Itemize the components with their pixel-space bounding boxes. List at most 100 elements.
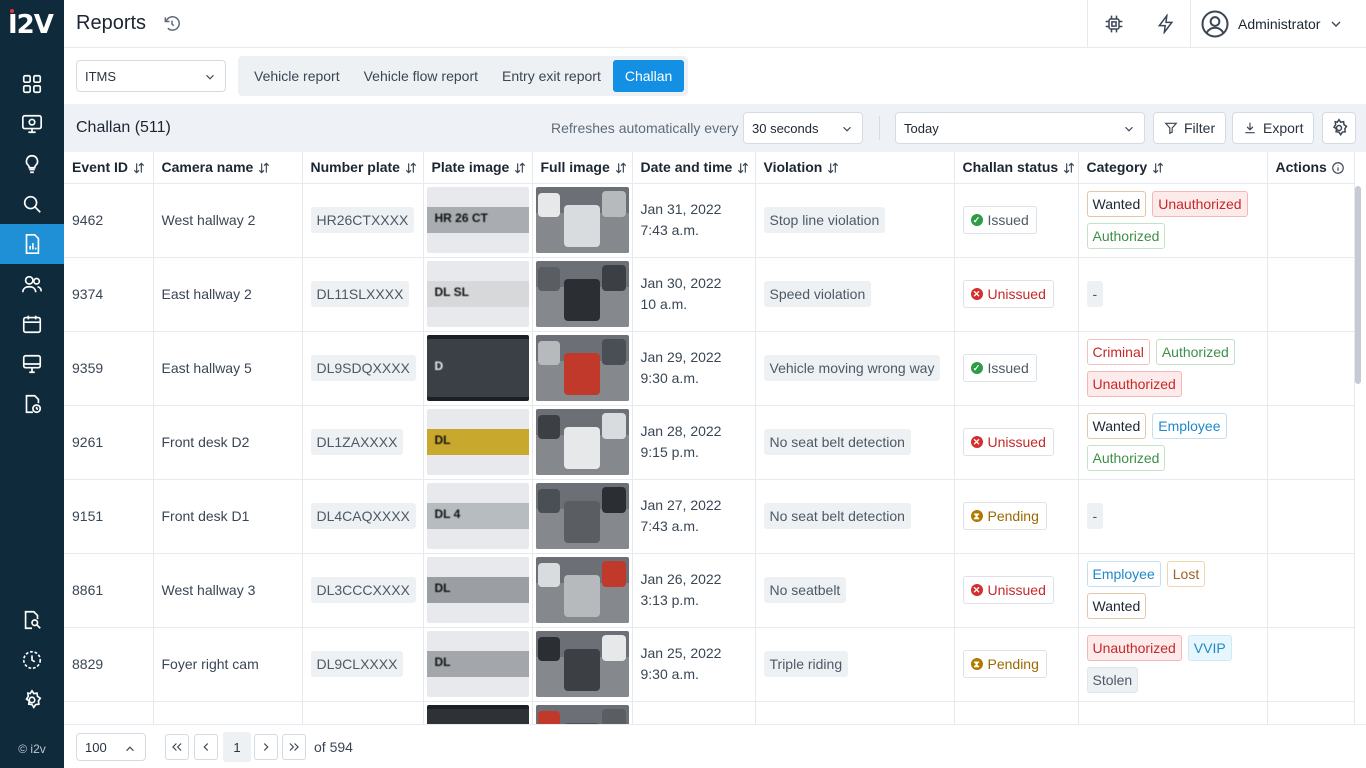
event-id: 9374 [72, 286, 104, 302]
column-header-label: Actions [1275, 159, 1327, 176]
module-select[interactable]: ITMS [76, 60, 226, 92]
full-image[interactable] [535, 557, 629, 623]
column-header[interactable]: Plate image [423, 152, 533, 184]
status-icon: ✕ [970, 288, 983, 300]
column-header[interactable]: Camera name [153, 152, 303, 184]
full-image[interactable] [535, 187, 629, 253]
sidebar-item-scheduled-reports[interactable] [0, 384, 64, 424]
plate-image[interactable]: DL SL [426, 261, 529, 327]
column-header[interactable]: Actions [1267, 152, 1355, 184]
sort-icon[interactable] [132, 161, 146, 175]
category-tag: Unauthorized [1086, 635, 1182, 661]
sort-icon[interactable] [1151, 161, 1165, 175]
refresh-interval-select[interactable]: 30 seconds [743, 112, 863, 144]
reload-icon[interactable] [162, 14, 182, 34]
category-tags: Unauthorized VVIP Stolen [1086, 635, 1259, 693]
column-header[interactable]: Category [1078, 152, 1268, 184]
gear-icon [1332, 118, 1348, 137]
full-image[interactable] [535, 705, 629, 724]
sort-icon[interactable] [736, 161, 750, 175]
last-page-button[interactable] [282, 734, 306, 760]
table-scrollbar[interactable] [1355, 186, 1361, 384]
filter-button[interactable]: Filter [1153, 112, 1227, 144]
current-page-input[interactable]: 1 [223, 732, 251, 762]
column-header[interactable]: Full image [532, 152, 633, 184]
plate-image[interactable]: DL [426, 409, 529, 475]
info-icon[interactable] [1331, 161, 1345, 175]
full-image[interactable] [535, 261, 629, 327]
sort-icon[interactable] [257, 161, 271, 175]
export-button[interactable]: Export [1232, 112, 1315, 144]
sort-icon[interactable] [513, 161, 527, 175]
full-image[interactable] [535, 409, 629, 475]
table-row[interactable]: 8829 Foyer right cam DL9CLXXXX DL Jan 25, 20… [64, 627, 1355, 702]
user-menu[interactable]: Administrator [1200, 8, 1344, 40]
display-icon [22, 354, 42, 374]
violation-chip: Speed violation [763, 281, 872, 307]
number-plate: DL1ZAXXXX [310, 429, 404, 455]
table-row[interactable]: 9359 East hallway 5 DL9SDQXXXX D Jan 29, 202… [64, 331, 1355, 406]
tab-entry-exit-report[interactable]: Entry exit report [490, 60, 613, 92]
camera-name: Front desk D2 [161, 434, 250, 450]
event-time: 9:30 a.m. [640, 370, 699, 386]
category-tag: Wanted [1086, 191, 1147, 217]
prev-page-button[interactable] [194, 734, 218, 760]
sidebar-item-dashboard[interactable] [0, 64, 64, 104]
chevron-down-icon [1125, 126, 1133, 132]
column-header[interactable]: Number plate [302, 152, 424, 184]
column-header[interactable]: Event ID [64, 152, 154, 184]
filter-label: Filter [1184, 120, 1216, 136]
event-time: 3:13 p.m. [640, 592, 699, 608]
table-settings-button[interactable] [1322, 112, 1356, 144]
sort-icon[interactable] [1062, 161, 1076, 175]
plate-image[interactable]: HR 26 CT [426, 187, 529, 253]
next-page-button[interactable] [254, 734, 278, 760]
tab-vehicle-flow-report[interactable]: Vehicle flow report [352, 60, 490, 92]
table-row[interactable]: 9374 East hallway 2 DL11SLXXXX DL SL Jan 30,… [64, 257, 1355, 332]
table-row[interactable]: 8861 West hallway 3 DL3CCCXXXX DL Jan 26, 20… [64, 553, 1355, 628]
plate-image[interactable]: D [426, 335, 529, 401]
full-image[interactable] [535, 335, 629, 401]
column-header[interactable]: Date and time [632, 152, 756, 184]
plate-image[interactable]: DL 4 [426, 483, 529, 549]
sidebar-item-live[interactable] [0, 104, 64, 144]
table-row[interactable]: Jan 24, 2022 [64, 701, 1355, 724]
sort-icon[interactable] [404, 161, 418, 175]
date-range-select[interactable]: Today [895, 112, 1145, 144]
event-time: 9:30 a.m. [640, 666, 699, 682]
plate-image-text: DL SL [434, 285, 469, 299]
sidebar-item-alerts[interactable] [0, 144, 64, 184]
sidebar-item-reports[interactable] [0, 224, 64, 264]
sidebar-item-doc-search[interactable] [0, 600, 64, 640]
sidebar-item-search[interactable] [0, 184, 64, 224]
challan-status-label: Unissued [987, 582, 1046, 598]
sidebar-item-calendar[interactable] [0, 304, 64, 344]
sidebar-item-settings[interactable] [0, 680, 64, 720]
sort-icon[interactable] [826, 161, 840, 175]
chip-icon[interactable] [1102, 12, 1126, 36]
table-row[interactable]: 9261 Front desk D2 DL1ZAXXXX DL Jan 28, 2022… [64, 405, 1355, 480]
page-size-select[interactable]: 100 [76, 733, 146, 761]
challan-status-label: Unissued [987, 434, 1046, 450]
tab-challan[interactable]: Challan [612, 60, 685, 92]
column-header[interactable]: Violation [755, 152, 955, 184]
chevron-down-icon [843, 126, 851, 132]
tab-vehicle-report[interactable]: Vehicle report [242, 60, 352, 92]
column-header[interactable]: Challan status [954, 152, 1079, 184]
event-time: 7:43 a.m. [640, 518, 699, 534]
challan-status-badge: ⧗ Pending [962, 502, 1047, 530]
table-row[interactable]: 9151 Front desk D1 DL4CAQXXXX DL 4 Jan 27, 2… [64, 479, 1355, 554]
lightning-icon[interactable] [1154, 12, 1178, 36]
full-image[interactable] [535, 483, 629, 549]
avatar-icon [1201, 10, 1229, 38]
table-row[interactable]: 9462 West hallway 2 HR26CTXXXX HR 26 CT Jan … [64, 183, 1355, 258]
sort-icon[interactable] [614, 161, 628, 175]
plate-image[interactable] [426, 705, 529, 724]
plate-image[interactable]: DL [426, 557, 529, 623]
full-image[interactable] [535, 631, 629, 697]
plate-image[interactable]: DL [426, 631, 529, 697]
sidebar-item-history[interactable] [0, 640, 64, 680]
sidebar-item-display[interactable] [0, 344, 64, 384]
first-page-button[interactable] [165, 734, 189, 760]
sidebar-item-users[interactable] [0, 264, 64, 304]
